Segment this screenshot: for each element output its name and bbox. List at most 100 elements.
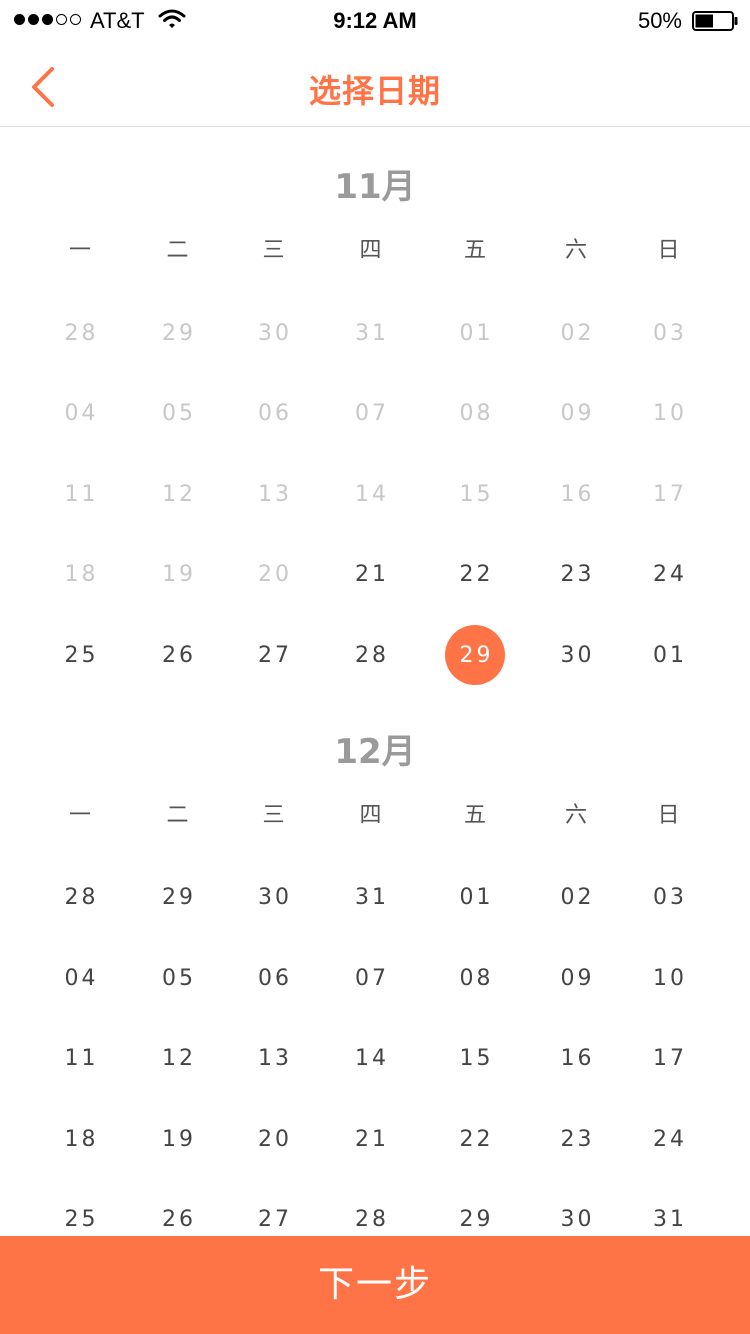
day-cell-col-tue: 12	[130, 1019, 225, 1100]
next-step-button[interactable]: 下一步	[0, 1236, 750, 1334]
date-button[interactable]: 22	[445, 1109, 505, 1169]
date-button[interactable]: 19	[148, 1109, 208, 1169]
date-button[interactable]: 24	[639, 545, 699, 605]
day-cell-col-thu: 21	[322, 1099, 419, 1180]
date-button[interactable]: 28	[341, 625, 401, 685]
day-cell-col-sat: 09	[531, 374, 621, 455]
date-button[interactable]: 14	[341, 1029, 401, 1089]
date-button[interactable]: 01	[445, 868, 505, 928]
weekday-label: 一	[68, 802, 91, 828]
weekday-label: 日	[657, 802, 680, 828]
weekday-label: 日	[657, 238, 680, 263]
week-row: 18 19 20 21 22 23 24	[0, 535, 750, 616]
day-cell-col-fri: 01	[419, 858, 531, 939]
disabled-date: 14	[355, 481, 389, 507]
date-button[interactable]: 23	[546, 545, 606, 605]
weekday-label: 一	[68, 238, 91, 263]
disabled-date: 28	[64, 320, 99, 346]
day-cell-col-sun: 17	[621, 454, 716, 535]
disabled-date: 31	[355, 320, 389, 346]
page-title: 选择日期	[308, 72, 441, 110]
date-button[interactable]: 27	[244, 625, 304, 685]
date-button[interactable]: 23	[546, 1109, 606, 1169]
day-cell-col-thu: 21	[322, 535, 419, 616]
date-button[interactable]: 03	[639, 868, 699, 928]
month-section: 12月一二三四五六日 28 29 30 31 01 02 03 04 05 06 07 08 09 10 11…	[0, 692, 750, 1261]
week-row: 11 12 13 14 15 16 17	[0, 1019, 750, 1100]
disabled-date: 01	[459, 320, 494, 346]
day-cell-col-sat: 02	[531, 293, 621, 374]
date-button[interactable]: 22	[445, 545, 505, 605]
week-row: 28 29 30 31 01 02 03	[0, 293, 750, 374]
date-button[interactable]: 11	[50, 1029, 110, 1089]
date-button[interactable]: 31	[341, 868, 401, 928]
date-button[interactable]: 26	[148, 625, 208, 685]
weekday-label: 四	[359, 238, 382, 263]
day-cell-col-wed: 20	[225, 1099, 322, 1180]
date-button[interactable]: 06	[244, 948, 304, 1008]
day-cell-col-sat: 23	[531, 1099, 621, 1180]
day-cell-col-fri: 01	[419, 293, 531, 374]
day-cell-col-sun: 17	[621, 1019, 716, 1100]
day-cell-col-wed: 30	[225, 858, 322, 939]
date-button[interactable]: 10	[639, 948, 699, 1008]
date-button[interactable]: 07	[341, 948, 401, 1008]
date-button[interactable]: 21	[341, 1109, 401, 1169]
date-button[interactable]: 04	[50, 948, 110, 1008]
weekday-label: 三	[262, 802, 285, 828]
day-cell-col-wed: 20	[225, 535, 322, 616]
day-cell-col-mon: 25	[30, 615, 130, 696]
date-button[interactable]: 16	[546, 1029, 606, 1089]
day-cell-col-fri: 22	[419, 535, 531, 616]
day-cell-col-mon: 11	[30, 454, 130, 535]
date-button[interactable]: 09	[546, 948, 606, 1008]
date-button[interactable]: 20	[244, 1109, 304, 1169]
day-cell-col-thu: 07	[322, 374, 419, 455]
date-button[interactable]: 28	[50, 868, 110, 928]
day-cell-col-tue: 05	[130, 374, 225, 455]
date-button[interactable]: 15	[445, 1029, 505, 1089]
day-cell-col-sun: 03	[621, 293, 716, 374]
day-cell-col-sat: 23	[531, 535, 621, 616]
day-cell-col-fri: 15	[419, 454, 531, 535]
status-bar: AT&T 9:12 AM 50%	[0, 0, 750, 40]
day-cell-col-wed: 13	[225, 1019, 322, 1100]
date-button[interactable]: 08	[445, 948, 505, 1008]
day-cell-col-fri: 29	[419, 615, 531, 696]
date-button[interactable]: 18	[50, 1109, 110, 1169]
date-button[interactable]: 01	[639, 625, 699, 685]
selected-date[interactable]: 29	[445, 625, 505, 686]
day-cell-col-thu: 07	[322, 938, 419, 1019]
day-cell-col-sun: 10	[621, 374, 716, 455]
date-button[interactable]: 29	[148, 868, 208, 928]
date-button[interactable]: 17	[639, 1029, 699, 1089]
date-button[interactable]: 30	[546, 625, 606, 685]
date-button[interactable]: 13	[244, 1029, 304, 1089]
day-cell-col-sun: 10	[621, 938, 716, 1019]
disabled-date: 29	[162, 320, 196, 346]
day-cell-col-thu: 28	[322, 615, 419, 696]
day-cell-col-sat: 16	[531, 1019, 621, 1100]
day-cell-col-mon: 04	[30, 374, 130, 455]
disabled-date: 19	[162, 562, 196, 588]
week-row: 04 05 06 07 08 09 10	[0, 938, 750, 1019]
date-button[interactable]: 12	[148, 1029, 208, 1089]
day-cell-col-sat: 02	[531, 858, 621, 939]
day-cell-col-mon: 04	[30, 938, 130, 1019]
weekday-label: 六	[564, 802, 587, 828]
day-cell-col-thu: 14	[322, 454, 419, 535]
date-button[interactable]: 24	[639, 1109, 699, 1169]
battery-icon	[692, 11, 738, 31]
date-button[interactable]: 05	[148, 948, 208, 1008]
date-button[interactable]: 02	[546, 868, 606, 928]
date-button[interactable]: 21	[341, 545, 401, 605]
disabled-date: 10	[653, 401, 687, 427]
date-button[interactable]: 25	[50, 625, 110, 685]
day-cell-col-sat: 09	[531, 938, 621, 1019]
day-cell-col-wed: 06	[225, 374, 322, 455]
day-cell-col-sun: 01	[621, 615, 716, 696]
date-button[interactable]: 30	[244, 868, 304, 928]
day-cell-col-tue: 29	[130, 293, 225, 374]
weekday-label: 六	[564, 238, 587, 263]
disabled-date: 13	[258, 481, 292, 507]
